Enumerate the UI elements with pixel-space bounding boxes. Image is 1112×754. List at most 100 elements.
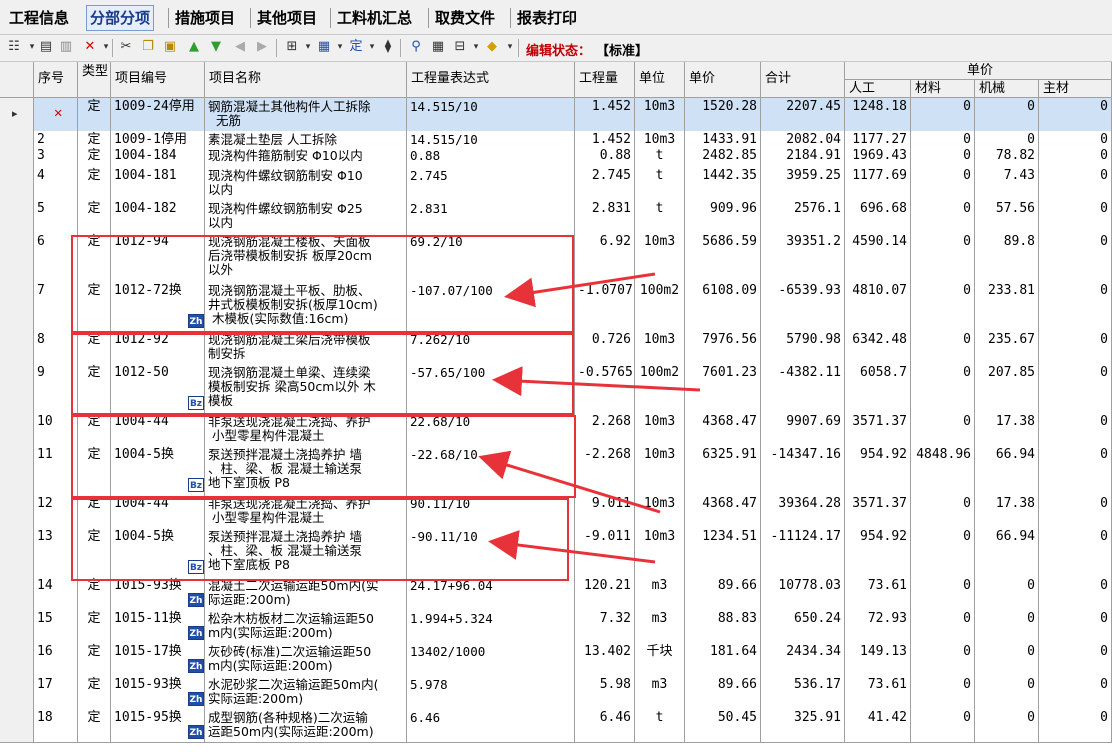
cell-main-material[interactable]: 0 bbox=[1039, 709, 1112, 742]
cell-unit[interactable]: 10m3 bbox=[635, 331, 685, 364]
cell-name[interactable]: 现浇钢筋混凝土楼板、天面板 后浇带模板制安拆 板厚20cm 以外 bbox=[205, 233, 407, 282]
cell-qty[interactable]: -2.268 bbox=[575, 446, 635, 495]
cell-machine[interactable]: 7.43 bbox=[975, 167, 1039, 200]
cell-price[interactable]: 7976.56 bbox=[685, 331, 761, 364]
table-row[interactable]: 12 定 1004-44 非泵送现浇混凝土浇捣、养护 小型零星构件混凝土 90.11/1… bbox=[0, 495, 1112, 529]
row-indicator[interactable] bbox=[0, 233, 34, 282]
header-machine[interactable]: 机械 bbox=[975, 80, 1039, 98]
cell-machine[interactable]: 0 bbox=[975, 98, 1039, 131]
cell-main-material[interactable]: 0 bbox=[1039, 364, 1112, 413]
cell-unit[interactable]: m3 bbox=[635, 577, 685, 610]
cell-type[interactable]: 定 bbox=[78, 167, 111, 200]
cell-price[interactable]: 88.83 bbox=[685, 610, 761, 643]
cell-expr[interactable]: 22.68/10 bbox=[407, 413, 575, 446]
header-material[interactable]: 材料 bbox=[911, 80, 975, 98]
table-row[interactable]: 7 定 1012-72换 现浇钢筋混凝土平板、肋板、 井式板模板制安拆(板厚10cm)… bbox=[0, 282, 1112, 332]
dropdown-arrow-icon[interactable]: ▾ bbox=[468, 39, 484, 55]
cell-type[interactable]: 定 bbox=[78, 643, 111, 676]
table-row[interactable]: 16 定 1015-17换 灰砂砖(标准)二次运输运距50 m内(实际运距:200m)… bbox=[0, 643, 1112, 677]
cell-expr[interactable]: 2.831 bbox=[407, 200, 575, 233]
cell-main-material[interactable]: 0 bbox=[1039, 331, 1112, 364]
cell-type[interactable]: 定 bbox=[78, 676, 111, 709]
conversion-zh-icon[interactable]: Zh bbox=[188, 314, 204, 328]
cell-expr[interactable]: 1.994+5.324 bbox=[407, 610, 575, 643]
menu-project-info[interactable]: 工程信息 bbox=[6, 6, 72, 30]
menu-sub-items[interactable]: 分部分项 bbox=[86, 5, 155, 31]
cell-name[interactable]: 素混凝土垫层 人工拆除 bbox=[205, 131, 407, 147]
cell-code[interactable]: 1009-24停用 bbox=[111, 98, 205, 131]
header-seq[interactable]: 序号 bbox=[34, 62, 78, 98]
cell-name[interactable]: 混凝土二次运输运距50m内(实 际运距:200m) bbox=[205, 577, 407, 610]
cell-type[interactable]: 定 bbox=[78, 577, 111, 610]
cell-seq[interactable]: ✕ bbox=[34, 98, 78, 131]
cell-code[interactable]: 1004-182 bbox=[111, 200, 205, 233]
cell-name[interactable]: 现浇构件螺纹钢筋制安 Φ25 以内 bbox=[205, 200, 407, 233]
cell-unit[interactable]: m3 bbox=[635, 676, 685, 709]
table-row[interactable]: 6 定 1012-94 现浇钢筋混凝土楼板、天面板 后浇带模板制安拆 板厚20cm 以… bbox=[0, 233, 1112, 283]
cell-unit[interactable]: m3 bbox=[635, 610, 685, 643]
menu-other-items[interactable]: 其他项目 bbox=[254, 6, 320, 30]
color-icon[interactable]: ◆ bbox=[484, 39, 500, 55]
menu-report-print[interactable]: 报表打印 bbox=[514, 6, 580, 30]
cell-qty[interactable]: 0.726 bbox=[575, 331, 635, 364]
cell-material[interactable]: 0 bbox=[911, 610, 975, 643]
cell-material[interactable]: 0 bbox=[911, 364, 975, 413]
cell-total[interactable]: 325.91 bbox=[761, 709, 845, 742]
cell-labor[interactable]: 3571.37 bbox=[845, 495, 911, 528]
cell-main-material[interactable]: 0 bbox=[1039, 233, 1112, 282]
cell-price[interactable]: 1520.28 bbox=[685, 98, 761, 131]
row-indicator[interactable] bbox=[0, 364, 34, 413]
cell-qty[interactable]: 7.32 bbox=[575, 610, 635, 643]
cell-qty[interactable]: 120.21 bbox=[575, 577, 635, 610]
cell-total[interactable]: 2434.34 bbox=[761, 643, 845, 676]
cell-seq[interactable]: 2 bbox=[34, 131, 78, 147]
cell-labor[interactable]: 6058.7 bbox=[845, 364, 911, 413]
row-indicator[interactable] bbox=[0, 577, 34, 610]
cell-price[interactable]: 7601.23 bbox=[685, 364, 761, 413]
cell-main-material[interactable]: 0 bbox=[1039, 577, 1112, 610]
cell-machine[interactable]: 0 bbox=[975, 131, 1039, 147]
table-row[interactable]: 18 定 1015-95换 成型钢筋(各种规格)二次运输 运距50m内(实际运距:20… bbox=[0, 709, 1112, 743]
menu-resource-summary[interactable]: 工料机汇总 bbox=[334, 6, 415, 30]
cell-labor[interactable]: 954.92 bbox=[845, 446, 911, 495]
cell-code[interactable]: 1004-184 bbox=[111, 147, 205, 167]
cell-name[interactable]: 钢筋混凝土其他构件人工拆除 无筋 bbox=[205, 98, 407, 131]
cell-main-material[interactable]: 0 bbox=[1039, 282, 1112, 331]
cell-unit[interactable]: t bbox=[635, 147, 685, 167]
cell-expr[interactable]: 0.88 bbox=[407, 147, 575, 167]
cell-machine[interactable]: 89.8 bbox=[975, 233, 1039, 282]
grid-settings-icon[interactable]: ▦ bbox=[430, 39, 446, 55]
cell-price[interactable]: 181.64 bbox=[685, 643, 761, 676]
cell-machine[interactable]: 207.85 bbox=[975, 364, 1039, 413]
cut-icon[interactable]: ✂ bbox=[118, 39, 134, 55]
cell-code[interactable]: 1012-94 bbox=[111, 233, 205, 282]
cell-machine[interactable]: 0 bbox=[975, 577, 1039, 610]
cell-unit[interactable]: 10m3 bbox=[635, 495, 685, 528]
supplement-bz-icon[interactable]: Bz bbox=[188, 396, 204, 410]
dropdown-arrow-icon[interactable]: ▾ bbox=[502, 39, 518, 55]
cell-main-material[interactable]: 0 bbox=[1039, 676, 1112, 709]
move-up-icon[interactable]: ▲ bbox=[186, 39, 202, 55]
table-row[interactable]: 2 定 1009-1停用 素混凝土垫层 人工拆除 14.515/10 1.452 10m3 1… bbox=[0, 131, 1112, 148]
row-indicator[interactable] bbox=[0, 643, 34, 676]
cell-main-material[interactable]: 0 bbox=[1039, 200, 1112, 233]
cell-price[interactable]: 4368.47 bbox=[685, 495, 761, 528]
cell-expr[interactable]: -90.11/10 bbox=[407, 528, 575, 577]
cell-qty[interactable]: 5.98 bbox=[575, 676, 635, 709]
row-indicator[interactable] bbox=[0, 131, 34, 147]
cell-name[interactable]: 泵送预拌混凝土浇捣养护 墙 、柱、梁、板 混凝土输送泵 地下室底板 P8 bbox=[205, 528, 407, 577]
cell-machine[interactable]: 0 bbox=[975, 709, 1039, 742]
cell-main-material[interactable]: 0 bbox=[1039, 131, 1112, 147]
cell-main-material[interactable]: 0 bbox=[1039, 495, 1112, 528]
row-indicator[interactable] bbox=[0, 495, 34, 528]
menu-fee-file[interactable]: 取费文件 bbox=[432, 6, 498, 30]
cell-machine[interactable]: 66.94 bbox=[975, 446, 1039, 495]
cell-price[interactable]: 5686.59 bbox=[685, 233, 761, 282]
find-icon[interactable]: ⚲ bbox=[408, 39, 424, 55]
cell-expr[interactable]: 14.515/10 bbox=[407, 98, 575, 131]
cell-expr[interactable]: 90.11/10 bbox=[407, 495, 575, 528]
header-main-material[interactable]: 主材 bbox=[1039, 80, 1112, 98]
cell-type[interactable]: 定 bbox=[78, 610, 111, 643]
insert-sub-icon[interactable]: ▥ bbox=[58, 39, 74, 55]
cell-type[interactable]: 定 bbox=[78, 98, 111, 131]
